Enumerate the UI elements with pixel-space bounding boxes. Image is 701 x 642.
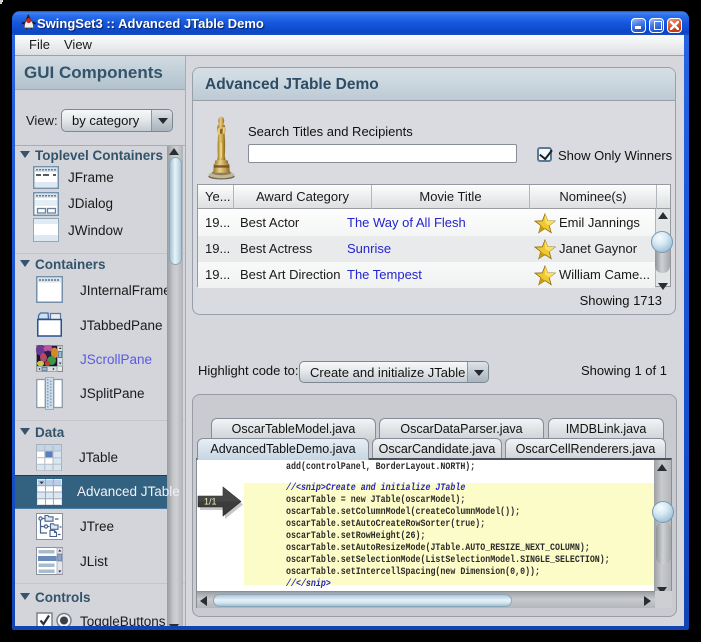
svg-text:1/1: 1/1 [204,497,217,507]
